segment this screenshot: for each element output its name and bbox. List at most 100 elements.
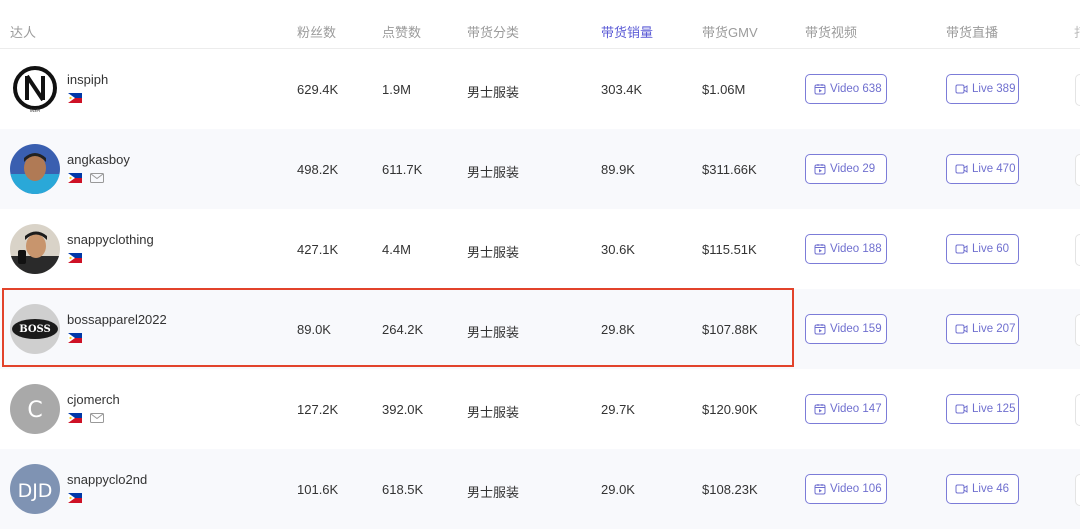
- philippines-flag-icon: [68, 413, 82, 423]
- table-row[interactable]: snappyclothing 427.1K 4.4M 男士服装 30.6K $1…: [0, 209, 1080, 289]
- gmv-value: $107.88K: [702, 322, 758, 337]
- live-count: Live 207: [972, 323, 1015, 335]
- category-value: 男士服装: [467, 402, 519, 421]
- table-row[interactable]: DJD snappyclo2nd 101.6K 618.5K 男士服装 29.0…: [0, 449, 1080, 529]
- sales-value: 89.9K: [601, 162, 635, 177]
- table-header: 达人 粉丝数 点赞数 带货分类 带货销量 带货GMV 带货视频 带货直播 打: [0, 0, 1080, 49]
- sales-value: 30.6K: [601, 242, 635, 257]
- calendar-video-icon: [814, 83, 826, 95]
- likes-value: 4.4M: [382, 242, 411, 257]
- mail-icon[interactable]: [90, 413, 104, 423]
- video-button[interactable]: Video 638: [805, 74, 887, 104]
- gmv-value: $311.66K: [702, 162, 757, 177]
- likes-value: 392.0K: [382, 402, 423, 417]
- svg-text:C: C: [27, 398, 42, 423]
- video-count: Video 159: [830, 323, 882, 335]
- mail-icon[interactable]: [90, 173, 104, 183]
- calendar-video-icon: [814, 483, 826, 495]
- col-influencer: 达人: [10, 22, 36, 41]
- live-count: Live 470: [972, 163, 1015, 175]
- video-button[interactable]: Video 188: [805, 234, 887, 264]
- live-camera-icon: [955, 403, 968, 415]
- category-value: 男士服装: [467, 162, 519, 181]
- calendar-video-icon: [814, 163, 826, 175]
- video-button[interactable]: Video 106: [805, 474, 887, 504]
- avatar[interactable]: [10, 224, 60, 274]
- live-button[interactable]: Live 60: [946, 234, 1019, 264]
- philippines-flag-icon: [68, 493, 82, 503]
- row-action-button[interactable]: [1075, 234, 1080, 266]
- gmv-value: $1.06M: [702, 82, 745, 97]
- calendar-video-icon: [814, 323, 826, 335]
- col-lives[interactable]: 带货直播: [946, 22, 998, 41]
- category-value: 男士服装: [467, 82, 519, 101]
- category-value: 男士服装: [467, 242, 519, 261]
- table-row[interactable]: C cjomerch 127.2K 392.0K 男士服装 29.7K $120…: [0, 369, 1080, 449]
- row-action-button[interactable]: [1075, 314, 1080, 346]
- philippines-flag-icon: [68, 93, 82, 103]
- followers-value: 89.0K: [297, 322, 331, 337]
- influencer-name[interactable]: snappyclo2nd: [67, 472, 147, 487]
- col-gmv[interactable]: 带货GMV: [702, 22, 758, 41]
- row-action-button[interactable]: [1075, 474, 1080, 506]
- philippines-flag-icon: [68, 333, 82, 343]
- live-button[interactable]: Live 125: [946, 394, 1019, 424]
- category-value: 男士服装: [467, 322, 519, 341]
- live-button[interactable]: Live 389: [946, 74, 1019, 104]
- live-camera-icon: [955, 243, 968, 255]
- avatar[interactable]: DJD: [10, 464, 60, 514]
- avatar[interactable]: BOSS: [10, 304, 60, 354]
- live-camera-icon: [955, 163, 968, 175]
- row-action-button[interactable]: [1075, 74, 1080, 106]
- likes-value: 264.2K: [382, 322, 423, 337]
- col-followers[interactable]: 粉丝数: [297, 22, 336, 41]
- sales-value: 29.7K: [601, 402, 635, 417]
- video-button[interactable]: Video 147: [805, 394, 887, 424]
- video-button[interactable]: Video 29: [805, 154, 887, 184]
- likes-value: 611.7K: [382, 162, 422, 177]
- likes-value: 618.5K: [382, 482, 423, 497]
- calendar-video-icon: [814, 403, 826, 415]
- influencer-name[interactable]: angkasboy: [67, 152, 130, 167]
- live-button[interactable]: Live 46: [946, 474, 1019, 504]
- followers-value: 498.2K: [297, 162, 338, 177]
- sales-value: 29.8K: [601, 322, 635, 337]
- video-count: Video 638: [830, 83, 882, 95]
- philippines-flag-icon: [68, 253, 82, 263]
- influencer-name[interactable]: cjomerch: [67, 392, 120, 407]
- avatar[interactable]: C: [10, 384, 60, 434]
- followers-value: 127.2K: [297, 402, 338, 417]
- live-camera-icon: [955, 483, 968, 495]
- video-count: Video 188: [830, 243, 882, 255]
- likes-value: 1.9M: [382, 82, 411, 97]
- live-count: Live 389: [972, 83, 1015, 95]
- live-count: Live 60: [972, 243, 1009, 255]
- svg-text:INSPI: INSPI: [30, 108, 40, 113]
- row-action-button[interactable]: [1075, 154, 1080, 186]
- avatar[interactable]: [10, 144, 60, 194]
- table-row[interactable]: angkasboy 498.2K 611.7K 男士服装 89.9K $311.…: [0, 129, 1080, 209]
- live-button[interactable]: Live 470: [946, 154, 1019, 184]
- col-sales[interactable]: 带货销量: [601, 22, 653, 41]
- col-likes[interactable]: 点赞数: [382, 22, 421, 41]
- live-button[interactable]: Live 207: [946, 314, 1019, 344]
- video-button[interactable]: Video 159: [805, 314, 887, 344]
- table-row[interactable]: INSPI inspiph 629.4K 1.9M 男士服装 303.4K $1…: [0, 49, 1080, 129]
- followers-value: 101.6K: [297, 482, 338, 497]
- gmv-value: $115.51K: [702, 242, 757, 257]
- live-camera-icon: [955, 323, 968, 335]
- video-count: Video 29: [830, 163, 875, 175]
- svg-text:DJD: DJD: [18, 480, 53, 502]
- avatar[interactable]: INSPI: [10, 64, 60, 114]
- influencer-name[interactable]: snappyclothing: [67, 232, 154, 247]
- col-videos[interactable]: 带货视频: [805, 22, 857, 41]
- col-category: 带货分类: [467, 22, 519, 41]
- calendar-video-icon: [814, 243, 826, 255]
- category-value: 男士服装: [467, 482, 519, 501]
- gmv-value: $108.23K: [702, 482, 758, 497]
- table-row[interactable]: BOSS bossapparel2022 89.0K 264.2K 男士服装 2…: [0, 289, 1080, 369]
- row-action-button[interactable]: [1075, 394, 1080, 426]
- influencer-name[interactable]: inspiph: [67, 72, 108, 87]
- live-count: Live 125: [972, 403, 1015, 415]
- influencer-name[interactable]: bossapparel2022: [67, 312, 167, 327]
